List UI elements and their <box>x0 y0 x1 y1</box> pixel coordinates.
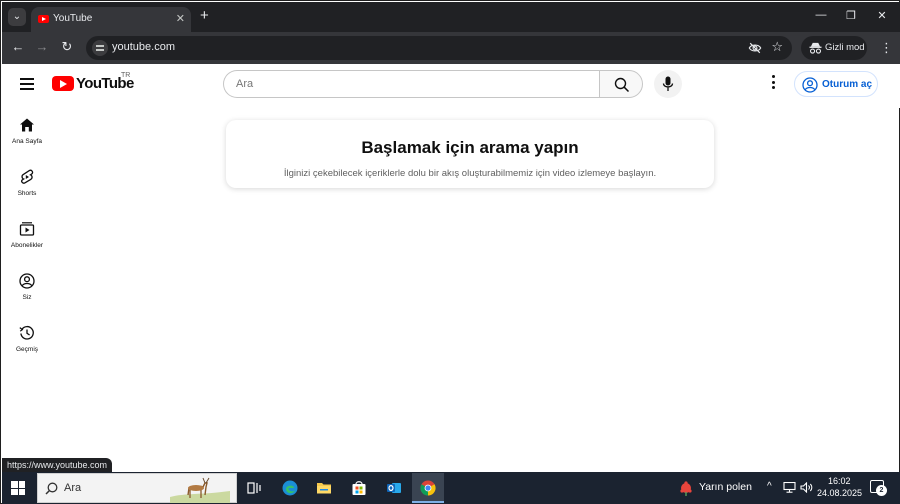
guide-label-shorts: Shorts <box>17 190 37 197</box>
taskbar-microsoft-store[interactable] <box>343 473 375 503</box>
search-button[interactable] <box>599 70 643 98</box>
voice-search-button[interactable] <box>654 70 682 98</box>
outlook-icon <box>387 483 401 493</box>
guide-item-you[interactable]: Siz <box>2 264 52 310</box>
search-highlight-deer-icon <box>170 477 230 503</box>
forward-button[interactable]: → <box>35 39 49 55</box>
windows-taskbar: Ara Yarın polen ^ 16:02 24.08.2025 2 <box>2 472 900 504</box>
back-button[interactable]: ← <box>11 39 25 55</box>
site-info-icon[interactable] <box>92 40 108 56</box>
search-input[interactable] <box>236 76 576 92</box>
show-hidden-icons-chevron-icon[interactable]: ^ <box>767 481 772 492</box>
search-box <box>223 70 600 98</box>
address-url[interactable]: youtube.com <box>112 41 175 53</box>
tab-search-button[interactable]: ⌄ <box>8 8 26 26</box>
browser-tab-strip: ⌄ YouTube ✕ + — ❐ ✕ <box>2 2 900 32</box>
taskbar-search-box[interactable]: Ara <box>37 473 237 503</box>
reload-button[interactable]: ↻ <box>60 39 74 55</box>
mini-guide: Ana Sayfa Shorts Abonelikler Siz Geçmiş <box>2 108 52 408</box>
signin-button[interactable]: Oturum aç <box>794 71 878 97</box>
guide-item-shorts[interactable]: Shorts <box>2 160 52 206</box>
incognito-label: Gizli mod <box>825 42 865 53</box>
windows-start-icon[interactable] <box>11 481 25 495</box>
guide-label-subscriptions: Abonelikler <box>10 242 44 249</box>
edge-icon <box>282 480 298 496</box>
guide-item-home[interactable]: Ana Sayfa <box>2 108 52 154</box>
settings-more-icon[interactable] <box>767 75 779 93</box>
folder-icon <box>317 483 331 494</box>
tab-close-icon[interactable]: ✕ <box>176 12 185 25</box>
guide-label-history: Geçmiş <box>15 346 39 353</box>
bookmark-star-icon[interactable]: ☆ <box>771 39 783 55</box>
taskbar-chrome[interactable] <box>412 473 444 503</box>
taskbar-task-view[interactable] <box>238 473 270 503</box>
youtube-favicon-icon <box>38 15 49 23</box>
guide-label-home: Ana Sayfa <box>12 138 42 145</box>
guide-item-history[interactable]: Geçmiş <box>2 316 52 362</box>
taskbar-outlook[interactable] <box>378 473 410 503</box>
restore-button[interactable]: ❐ <box>844 9 858 22</box>
guide-menu-icon[interactable] <box>20 78 34 90</box>
notification-count-badge: 2 <box>876 485 887 496</box>
country-code: TR <box>121 72 131 79</box>
search-icon <box>614 77 630 93</box>
pollen-weather-icon[interactable] <box>678 480 694 496</box>
close-window-button[interactable]: ✕ <box>875 9 889 22</box>
account-circle-icon <box>802 77 818 93</box>
history-icon <box>19 325 34 340</box>
tab-title: YouTube <box>53 13 93 24</box>
screen: ⌄ YouTube ✕ + — ❐ ✕ ← → ↻ youtube.com ☆ <box>0 0 900 504</box>
taskbar-search-label: Ara <box>64 482 82 494</box>
browser-toolbar: ← → ↻ youtube.com ☆ Gizli mod ⋮ <box>2 32 900 64</box>
taskbar-file-explorer[interactable] <box>308 473 340 503</box>
you-icon <box>19 273 35 289</box>
subscriptions-icon <box>19 222 35 236</box>
shorts-icon <box>21 169 34 184</box>
home-icon <box>20 118 34 132</box>
address-bar[interactable]: youtube.com ☆ <box>86 36 792 60</box>
youtube-masthead: YouTube TR Oturum aç <box>2 64 900 108</box>
link-status-bubble: https://www.youtube.com <box>2 458 113 472</box>
chrome-icon <box>420 480 436 496</box>
new-tab-button[interactable]: + <box>200 8 209 24</box>
prompt-title: Başlamak için arama yapın <box>361 138 579 157</box>
microphone-icon <box>662 76 674 91</box>
network-icon[interactable] <box>783 482 796 493</box>
search-icon <box>45 482 58 495</box>
taskbar-edge[interactable] <box>274 473 306 503</box>
guide-label-you: Siz <box>22 294 32 301</box>
empty-feed-prompt: Başlamak için arama yapın İlginizi çekeb… <box>226 120 714 188</box>
guide-item-subscriptions[interactable]: Abonelikler <box>2 212 52 258</box>
signin-label: Oturum aç <box>822 79 873 90</box>
clock-time[interactable]: 16:02 <box>828 476 851 486</box>
task-view-icon <box>247 482 261 494</box>
chrome-menu-icon[interactable]: ⋮ <box>880 40 893 56</box>
tab-youtube[interactable]: YouTube ✕ <box>31 7 191 32</box>
eye-off-icon[interactable] <box>748 41 762 55</box>
incognito-icon <box>809 42 822 54</box>
incognito-indicator[interactable]: Gizli mod <box>801 36 867 60</box>
minimize-button[interactable]: — <box>814 9 828 21</box>
prompt-subtitle: İlginizi çekebilecek içeriklerle dolu bi… <box>283 168 657 179</box>
volume-icon[interactable] <box>800 482 813 493</box>
youtube-logo-icon[interactable] <box>52 76 74 91</box>
clock-date[interactable]: 24.08.2025 <box>817 488 862 498</box>
store-icon <box>352 481 366 495</box>
weather-label[interactable]: Yarın polen <box>699 481 752 493</box>
